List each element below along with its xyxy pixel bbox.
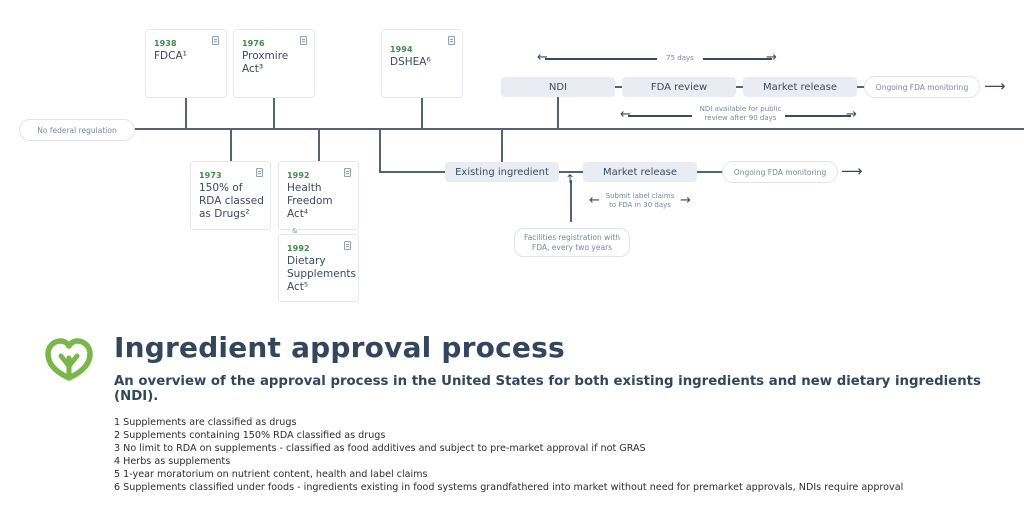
arrow-up-icon: ↑ — [565, 172, 576, 186]
page-subtitle: An overview of the approval process in t… — [114, 374, 981, 404]
logo — [44, 336, 94, 382]
step-label: FDA review — [650, 81, 708, 93]
document-icon[interactable] — [300, 36, 307, 45]
facilities-registration-pill: Facilities registration with FDA, every … — [514, 228, 630, 257]
ongoing-label: Ongoing FDA monitoring — [733, 167, 827, 177]
event-title: Health Freedom Act⁴ — [287, 182, 333, 220]
footnote: 2 Supplements containing 150% RDA classi… — [114, 430, 386, 442]
event-title: Proxmire Act³ — [242, 50, 289, 75]
footnotes: 1 Supplements are classified as drugs 2 … — [114, 416, 903, 495]
public-review-line-right — [785, 115, 851, 117]
footnote: 1 Supplements are classified as drugs — [114, 417, 297, 428]
note-line: FDA, every two years — [531, 242, 613, 252]
footnote: 4 Herbs as supplements — [114, 456, 231, 468]
connector-existing-ingredient — [501, 129, 503, 162]
event-title: FDCA¹ — [154, 50, 187, 62]
main-timeline-line — [134, 128, 1024, 130]
arrow-right-icon: → — [846, 107, 857, 122]
event-year: 1938 — [154, 39, 177, 48]
event-card-1992-dietary-supplements[interactable]: 1992 Dietary Supplements Act⁵ — [278, 234, 359, 302]
step-market-release-ndi: Market release — [743, 77, 857, 97]
event-card-1938[interactable]: 1938 FDCA¹ — [145, 29, 227, 98]
event-title: DSHEA⁶ — [390, 56, 431, 68]
step-existing-ingredient: Existing ingredient — [445, 162, 559, 182]
ongoing-monitoring-existing: Ongoing FDA monitoring — [722, 161, 838, 183]
connector-1973 — [230, 129, 232, 161]
note-line: NDI available for public — [699, 105, 782, 113]
footnote: 6 Supplements classified under foods - i… — [114, 482, 904, 494]
page-title: Ingredient approval process — [114, 331, 565, 364]
facilities-arrow-shaft — [570, 180, 572, 222]
start-label: No federal regulation — [37, 125, 117, 135]
span-line-right — [703, 58, 772, 60]
document-icon[interactable] — [448, 36, 455, 45]
note-line: Submit label claims — [605, 192, 675, 200]
arrow-right-icon: → — [766, 50, 777, 65]
arrow-right-icon: → — [680, 193, 691, 208]
footnote: 3 No limit to RDA on supplements - class… — [114, 443, 646, 455]
event-year: 1994 — [390, 45, 413, 54]
step-label: Existing ingredient — [455, 166, 549, 178]
span-line-left — [545, 58, 657, 60]
ongoing-monitoring-ndi: Ongoing FDA monitoring — [864, 76, 980, 98]
start-label-pill: No federal regulation — [19, 119, 135, 141]
public-review-note: NDI available for public review after 90… — [693, 105, 788, 123]
existing-branch-line — [379, 171, 447, 173]
arrow-right-icon: ⟶ — [841, 162, 863, 180]
label-claims-note: Submit label claims to FDA in 30 days — [603, 192, 677, 210]
connector-1976 — [273, 98, 275, 129]
event-year: 1976 — [242, 39, 265, 48]
event-year: 1973 — [199, 171, 222, 180]
event-card-1992-health-freedom[interactable]: 1992 Health Freedom Act⁴ — [278, 161, 359, 230]
event-card-1976[interactable]: 1976 Proxmire Act³ — [233, 29, 315, 98]
step-connector — [697, 171, 723, 173]
event-card-1973[interactable]: 1973 150% of RDA classed as Drugs² — [190, 161, 271, 230]
event-year: 1992 — [287, 244, 310, 253]
step-connector — [736, 86, 743, 88]
step-ndi: NDI — [501, 77, 615, 97]
step-market-release-existing: Market release — [583, 162, 697, 182]
span-label-75-days: 75 days — [666, 54, 694, 62]
footnote: 5 1-year moratorium on nutrient content,… — [114, 469, 428, 481]
document-icon[interactable] — [344, 168, 351, 177]
document-icon[interactable] — [212, 36, 219, 45]
step-label: NDI — [548, 81, 568, 93]
connector-existing-branch — [379, 129, 381, 173]
event-title: Dietary Supplements Act⁵ — [287, 255, 356, 293]
arrow-right-icon: ⟶ — [984, 77, 1006, 95]
document-icon[interactable] — [256, 168, 263, 177]
step-label: Market release — [762, 81, 838, 93]
note-line: to FDA in 30 days — [609, 201, 671, 209]
arrow-left-icon: ← — [589, 193, 600, 208]
connector-1994 — [421, 98, 423, 129]
note-line: review after 90 days — [704, 114, 777, 122]
note-line: Facilities registration with — [523, 232, 621, 242]
event-title: 150% of RDA classed as Drugs² — [199, 182, 264, 220]
connector-ndi — [557, 97, 559, 129]
step-fda-review: FDA review — [622, 77, 736, 97]
step-label: Market release — [602, 166, 678, 178]
connector-1938 — [185, 98, 187, 129]
event-card-1994[interactable]: 1994 DSHEA⁶ — [381, 29, 463, 98]
event-year: 1992 — [287, 171, 310, 180]
connector-1992 — [318, 129, 320, 161]
ongoing-label: Ongoing FDA monitoring — [875, 82, 969, 92]
public-review-line-left — [628, 115, 692, 117]
leaf-heart-icon — [45, 338, 93, 381]
document-icon[interactable] — [344, 241, 351, 250]
step-connector — [615, 86, 622, 88]
